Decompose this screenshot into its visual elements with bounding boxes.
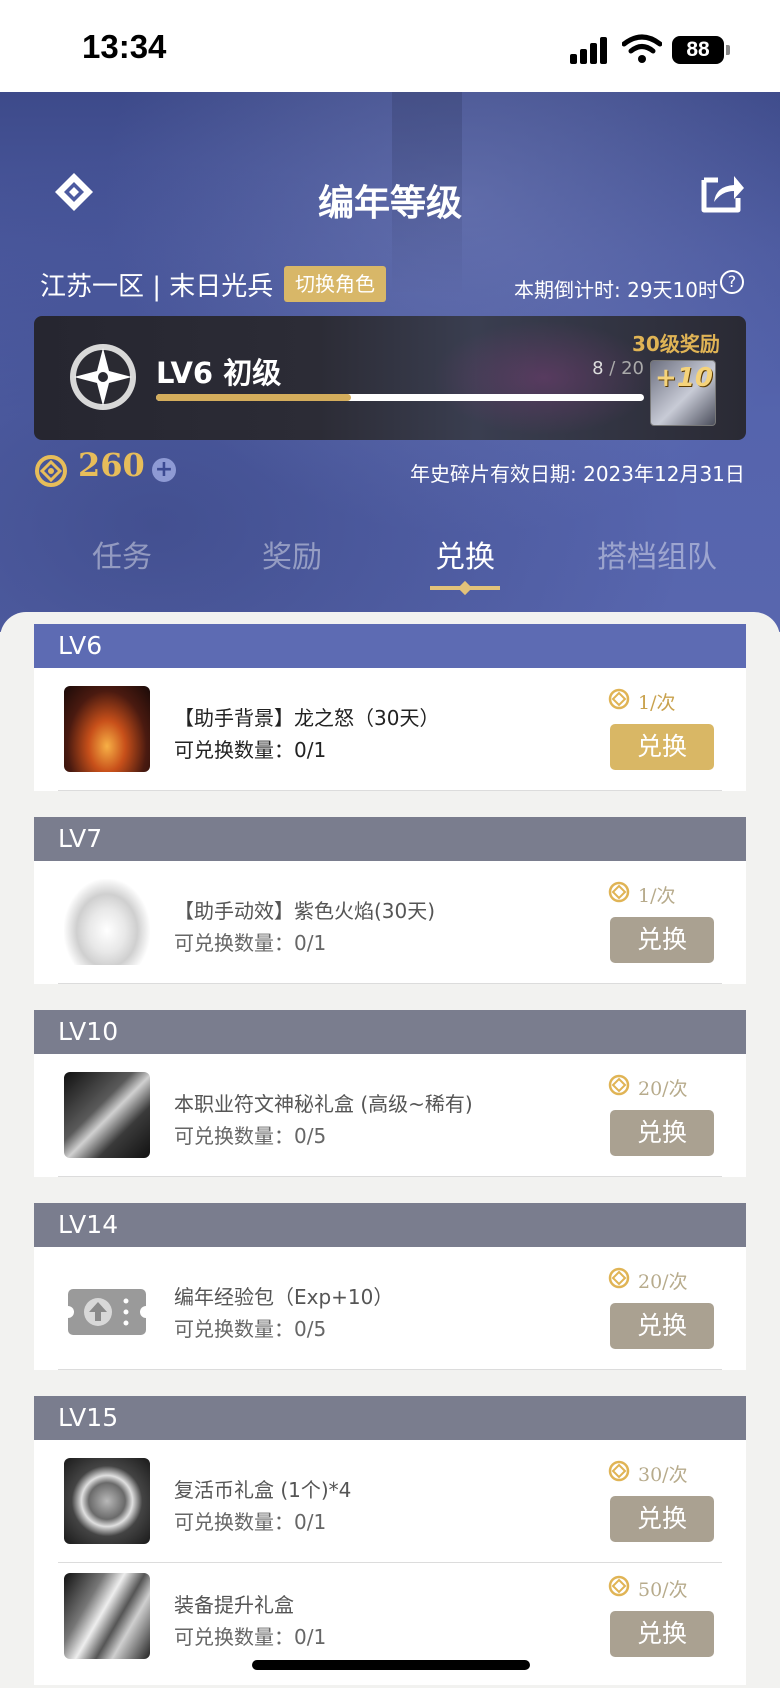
level-group-lv14: LV14 编年经验包（Exp+10） 可兑换数量：0/5 20/次 兑换 — [34, 1203, 746, 1370]
dragon-fire-icon — [64, 686, 150, 772]
level-group-lv7: LV7 【助手动效】紫色火焰(30天) 可兑换数量：0/1 1/次 兑换 — [34, 817, 746, 984]
home-indicator[interactable] — [252, 1660, 530, 1670]
tab-partner-team[interactable]: 搭档组队 — [567, 532, 747, 576]
cellular-signal-icon — [570, 36, 610, 64]
level-group-lv10: LV10 本职业符文神秘礼盒 (高级~稀有) 可兑换数量：0/5 20/次 兑换 — [34, 1010, 746, 1177]
level-group-lv6: LV6 【助手背景】龙之怒（30天） 可兑换数量：0/1 1/次 兑换 — [34, 624, 746, 791]
rune-box-icon — [64, 1072, 150, 1158]
list-item: 【助手动效】紫色火焰(30天) 可兑换数量：0/1 1/次 兑换 — [34, 861, 746, 983]
divider — [58, 1176, 722, 1177]
divider — [58, 983, 722, 984]
item-name: 复活币礼盒 (1个)*4 — [174, 1478, 352, 1502]
group-header: LV7 — [34, 817, 746, 861]
coin-icon — [608, 688, 630, 710]
item-quantity: 可兑换数量：0/1 — [174, 931, 327, 955]
item-name: 【助手背景】龙之怒（30天） — [174, 706, 440, 730]
status-time: 13:34 — [82, 28, 167, 65]
list-item: 【助手背景】龙之怒（30天） 可兑换数量：0/1 1/次 兑换 — [34, 668, 746, 790]
revive-coin-icon — [64, 1458, 150, 1544]
cost-text: 1/次 — [638, 692, 676, 714]
level-group-lv15: LV15 复活币礼盒 (1个)*4 可兑换数量：0/1 30/次 兑换 装备提升… — [34, 1396, 746, 1685]
item-quantity: 可兑换数量：0/1 — [174, 1625, 327, 1649]
divider — [58, 790, 722, 791]
item-quantity: 可兑换数量：0/5 — [174, 1317, 327, 1341]
exchange-button[interactable]: 兑换 — [610, 917, 714, 963]
countdown-label: 本期倒计时: 29天10时 — [514, 278, 718, 302]
reward-badge: +10 — [655, 363, 713, 393]
battery-level: 88 — [672, 36, 724, 64]
exp-ticket-icon — [64, 1289, 150, 1335]
switch-role-button[interactable]: 切换角色 — [284, 266, 386, 302]
server-role-label: 江苏一区 | 末日光兵 — [40, 272, 274, 302]
list-item: 编年经验包（Exp+10） 可兑换数量：0/5 20/次 兑换 — [34, 1247, 746, 1369]
help-icon[interactable]: ? — [720, 270, 744, 294]
cost-text: 20/次 — [638, 1078, 688, 1100]
white-flame-icon — [64, 879, 150, 965]
tab-rewards[interactable]: 奖励 — [212, 532, 372, 576]
item-quantity: 可兑换数量：0/1 — [174, 1510, 327, 1534]
item-name: 编年经验包（Exp+10） — [174, 1285, 394, 1309]
coin-icon — [608, 1267, 630, 1289]
reward-label: 30级奖励 — [632, 332, 720, 356]
tab-exchange[interactable]: 兑换 — [385, 532, 545, 576]
list-item: 复活币礼盒 (1个)*4 可兑换数量：0/1 30/次 兑换 — [34, 1440, 746, 1562]
exchange-button[interactable]: 兑换 — [610, 1611, 714, 1657]
tab-bar: 任务 奖励 兑换 搭档组队 — [0, 532, 780, 592]
cost-text: 30/次 — [638, 1464, 688, 1486]
level-progress-fill — [156, 394, 352, 401]
item-name: 本职业符文神秘礼盒 (高级~稀有) — [174, 1092, 473, 1116]
fragment-expire-date: 年史碎片有效日期: 2023年12月31日 — [410, 462, 745, 486]
group-header: LV6 — [34, 624, 746, 668]
cost-text: 1/次 — [638, 885, 676, 907]
level-label: LV6 初级 — [156, 356, 282, 390]
group-header: LV15 — [34, 1396, 746, 1440]
status-bar: 13:34 88 — [0, 0, 780, 92]
list-item: 本职业符文神秘礼盒 (高级~稀有) 可兑换数量：0/5 20/次 兑换 — [34, 1054, 746, 1176]
reward-item-icon[interactable]: +10 — [650, 360, 716, 426]
battery-tip — [726, 45, 730, 55]
exchange-button[interactable]: 兑换 — [610, 1496, 714, 1542]
coin-icon — [608, 1074, 630, 1096]
divider — [58, 1369, 722, 1370]
exchange-button[interactable]: 兑换 — [610, 1110, 714, 1156]
item-name: 【助手动效】紫色火焰(30天) — [174, 899, 436, 923]
level-card: LV6 初级 8 / 20 30级奖励 +10 — [34, 316, 746, 440]
add-coin-icon[interactable]: + — [152, 458, 176, 482]
level-progress-bar — [156, 394, 644, 401]
group-header: LV14 — [34, 1203, 746, 1247]
hero-banner: 编年等级 江苏一区 | 末日光兵 切换角色 本期倒计时: 29天10时 ? LV… — [0, 92, 780, 632]
item-quantity: 可兑换数量：0/5 — [174, 1124, 327, 1148]
list-item: 装备提升礼盒 可兑换数量：0/1 50/次 兑换 — [34, 1555, 746, 1677]
share-icon[interactable] — [700, 170, 746, 214]
gear-upgrade-icon — [64, 1573, 150, 1659]
wifi-icon — [622, 34, 662, 63]
exchange-button[interactable]: 兑换 — [610, 724, 714, 770]
coin-icon — [608, 1460, 630, 1482]
item-quantity: 可兑换数量：0/1 — [174, 738, 327, 762]
cost-text: 50/次 — [638, 1579, 688, 1601]
coin-icon — [608, 881, 630, 903]
coin-amount: 260 — [78, 446, 145, 484]
exchange-button[interactable]: 兑换 — [610, 1303, 714, 1349]
coin-icon — [608, 1575, 630, 1597]
item-name: 装备提升礼盒 — [174, 1593, 294, 1617]
coin-icon — [35, 455, 67, 487]
group-header: LV10 — [34, 1010, 746, 1054]
tab-tasks[interactable]: 任务 — [42, 532, 202, 576]
page-title: 编年等级 — [317, 183, 462, 224]
cost-text: 20/次 — [638, 1271, 688, 1293]
level-progress-text: 8 / 20 — [592, 358, 644, 379]
compass-icon — [70, 344, 136, 410]
